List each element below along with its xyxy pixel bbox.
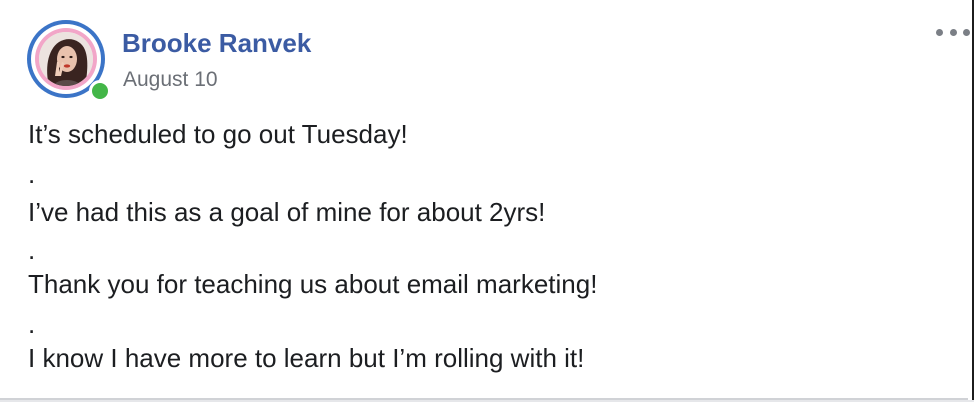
profile-photo-icon bbox=[39, 32, 93, 86]
avatar-photo bbox=[39, 32, 93, 86]
more-options-icon bbox=[963, 28, 970, 36]
more-options-button[interactable] bbox=[936, 20, 970, 44]
more-options-icon bbox=[949, 28, 957, 36]
post-date[interactable]: August 10 bbox=[123, 68, 218, 92]
post-text-line: Thank you for teaching us about email ma… bbox=[28, 269, 598, 299]
post-text-line: . bbox=[28, 309, 36, 339]
post-text-line: I know I have more to learn but I’m roll… bbox=[28, 343, 585, 373]
post-text-line: I’ve had this as a goal of mine for abou… bbox=[28, 197, 546, 227]
author-name[interactable]: Brooke Ranvek bbox=[122, 28, 311, 59]
post-text-line: . bbox=[28, 159, 36, 189]
online-status-icon bbox=[89, 80, 111, 102]
more-options-icon bbox=[936, 28, 943, 36]
post-text-line: It’s scheduled to go out Tuesday! bbox=[28, 119, 408, 149]
post-card: Brooke Ranvek August 10 It’s scheduled t… bbox=[0, 0, 970, 400]
post-text-line: . bbox=[28, 235, 36, 265]
avatar[interactable] bbox=[27, 20, 111, 102]
